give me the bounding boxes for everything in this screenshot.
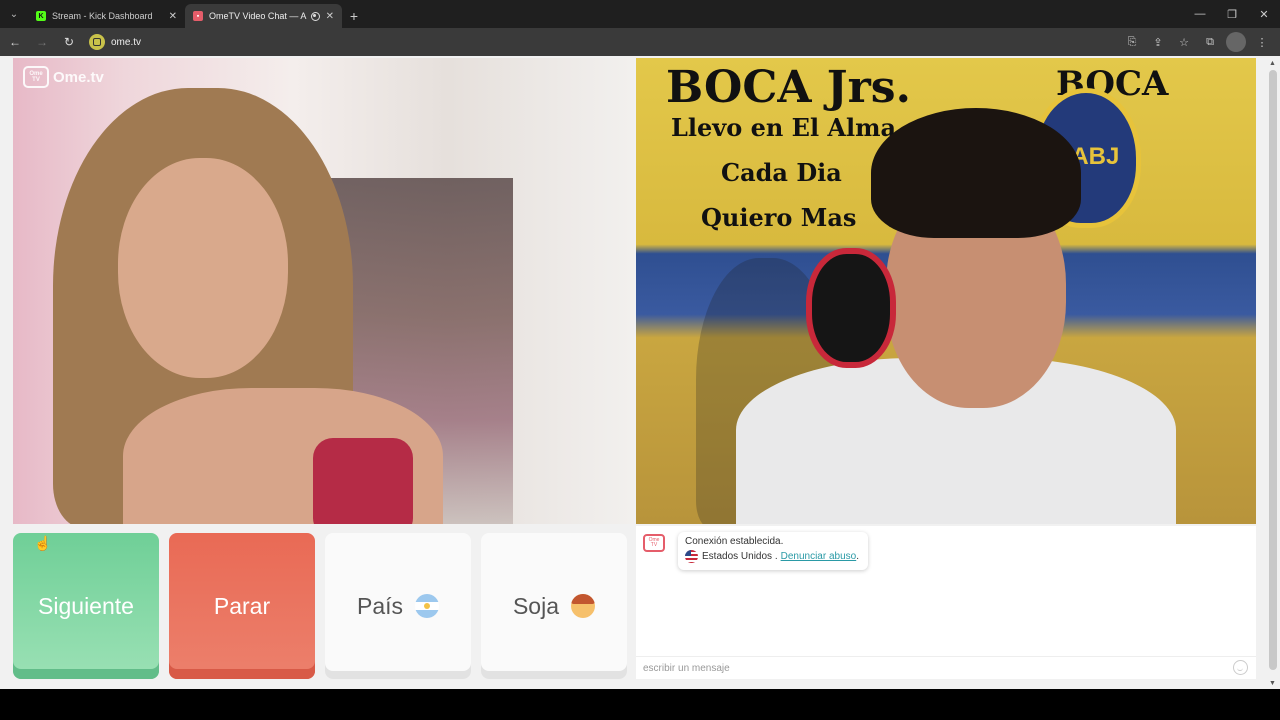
headphones xyxy=(806,248,896,368)
report-abuse-link[interactable]: Denunciar abuso xyxy=(781,551,857,562)
banner-text: BOCA Jrs. xyxy=(666,62,911,113)
close-tab-icon[interactable]: ✕ xyxy=(326,11,334,22)
screen-bottom xyxy=(0,689,1280,720)
tab-title: Stream - Kick Dashboard xyxy=(52,11,153,21)
tab-strip: ⌄ K Stream - Kick Dashboard ✕ ▪ OmeTV Vi… xyxy=(0,0,1280,28)
stop-button[interactable]: Parar xyxy=(169,533,315,679)
address-bar[interactable]: ome.tv xyxy=(89,31,141,53)
country-button[interactable]: País xyxy=(325,533,471,679)
report-suffix: . xyxy=(856,551,859,562)
emoji-picker-icon[interactable] xyxy=(1233,660,1248,675)
ometv-page: Ome TV Ome.tv BOCA Jrs. BOCA Llevo en El… xyxy=(0,56,1280,689)
peer-info: Estados Unidos . Denunciar abuso . xyxy=(685,550,861,563)
next-label: Siguiente xyxy=(38,592,134,619)
chat-panel: Ome TV Conexión establecida. Estados Uni… xyxy=(636,526,1256,679)
us-flag-icon xyxy=(685,550,698,563)
self-video: BOCA Jrs. BOCA Llevo en El Alma Cada Dia… xyxy=(636,58,1256,524)
ometv-chat-icon: Ome TV xyxy=(643,534,665,552)
banner-text: Quiero Mas xyxy=(701,203,857,232)
kick-icon: K xyxy=(36,11,46,21)
gender-button[interactable]: Soja xyxy=(481,533,627,679)
restore-icon[interactable]: ❐ xyxy=(1216,0,1248,28)
window-controls: — ❐ ✕ xyxy=(1184,0,1280,28)
stranger-video: Ome TV Ome.tv xyxy=(13,58,634,524)
scroll-thumb[interactable] xyxy=(1269,70,1277,670)
banner-text: Llevo en El Alma xyxy=(671,113,897,142)
ometv-tv-icon: Ome TV xyxy=(23,66,49,88)
tab-kick-dashboard[interactable]: K Stream - Kick Dashboard ✕ xyxy=(28,4,185,28)
tab-title: OmeTV Video Chat — Alter xyxy=(209,11,307,21)
menu-icon[interactable]: ⋮ xyxy=(1252,32,1272,52)
forward-icon[interactable]: → xyxy=(30,30,54,54)
next-button[interactable]: Siguiente xyxy=(13,533,159,679)
back-icon[interactable]: ← xyxy=(3,30,27,54)
message-input[interactable]: escribir un mensaje xyxy=(636,656,1256,679)
argentina-flag-icon xyxy=(415,594,440,618)
ometv-icon: ▪ xyxy=(193,11,203,21)
install-app-icon[interactable]: ⇪ xyxy=(1148,32,1168,52)
ometv-logo: Ome TV Ome.tv xyxy=(23,66,104,88)
banner-text: Cada Dia xyxy=(721,158,842,187)
browser-toolbar: ← → ↻ ome.tv ⎘ ⇪ ☆ ⧉ ⋮ xyxy=(0,28,1280,56)
translate-icon[interactable]: ⎘ xyxy=(1122,32,1142,52)
recording-icon xyxy=(310,11,320,21)
scroll-up-icon[interactable]: ▲ xyxy=(1269,60,1276,67)
video-person xyxy=(313,438,413,524)
close-tab-icon[interactable]: ✕ xyxy=(169,11,177,22)
stop-label: Parar xyxy=(213,592,271,619)
video-person xyxy=(118,158,288,378)
tab-ometv[interactable]: ▪ OmeTV Video Chat — Alter ✕ xyxy=(185,4,342,28)
boy-emoji-icon xyxy=(571,594,596,618)
video-person xyxy=(871,108,1081,238)
profile-avatar[interactable] xyxy=(1226,32,1246,52)
gender-label: Soja xyxy=(512,592,560,619)
system-message: Conexión establecida. Estados Unidos . D… xyxy=(678,532,868,570)
message-placeholder: escribir un mensaje xyxy=(643,662,730,674)
peer-country: Estados Unidos . xyxy=(702,551,778,562)
extensions-icon[interactable]: ⧉ xyxy=(1200,32,1220,52)
site-info-icon[interactable] xyxy=(89,34,105,50)
new-tab-icon[interactable]: + xyxy=(342,4,366,28)
tab-search-icon[interactable]: ⌄ xyxy=(0,0,28,28)
mouse-cursor-icon: ☝ xyxy=(34,535,52,551)
toolbar-actions: ⎘ ⇪ ☆ ⧉ ⋮ xyxy=(1122,28,1272,56)
bookmark-star-icon[interactable]: ☆ xyxy=(1174,32,1194,52)
country-label: País xyxy=(356,592,404,619)
url-text: ome.tv xyxy=(111,36,142,48)
close-window-icon[interactable]: ✕ xyxy=(1248,0,1280,28)
page-scrollbar[interactable]: ▲ ▼ xyxy=(1266,56,1280,689)
connected-text: Conexión establecida. xyxy=(685,536,784,547)
reload-icon[interactable]: ↻ xyxy=(57,30,81,54)
logo-text: Ome.tv xyxy=(53,68,104,86)
scroll-down-icon[interactable]: ▼ xyxy=(1269,680,1276,687)
minimize-icon[interactable]: — xyxy=(1184,0,1216,28)
